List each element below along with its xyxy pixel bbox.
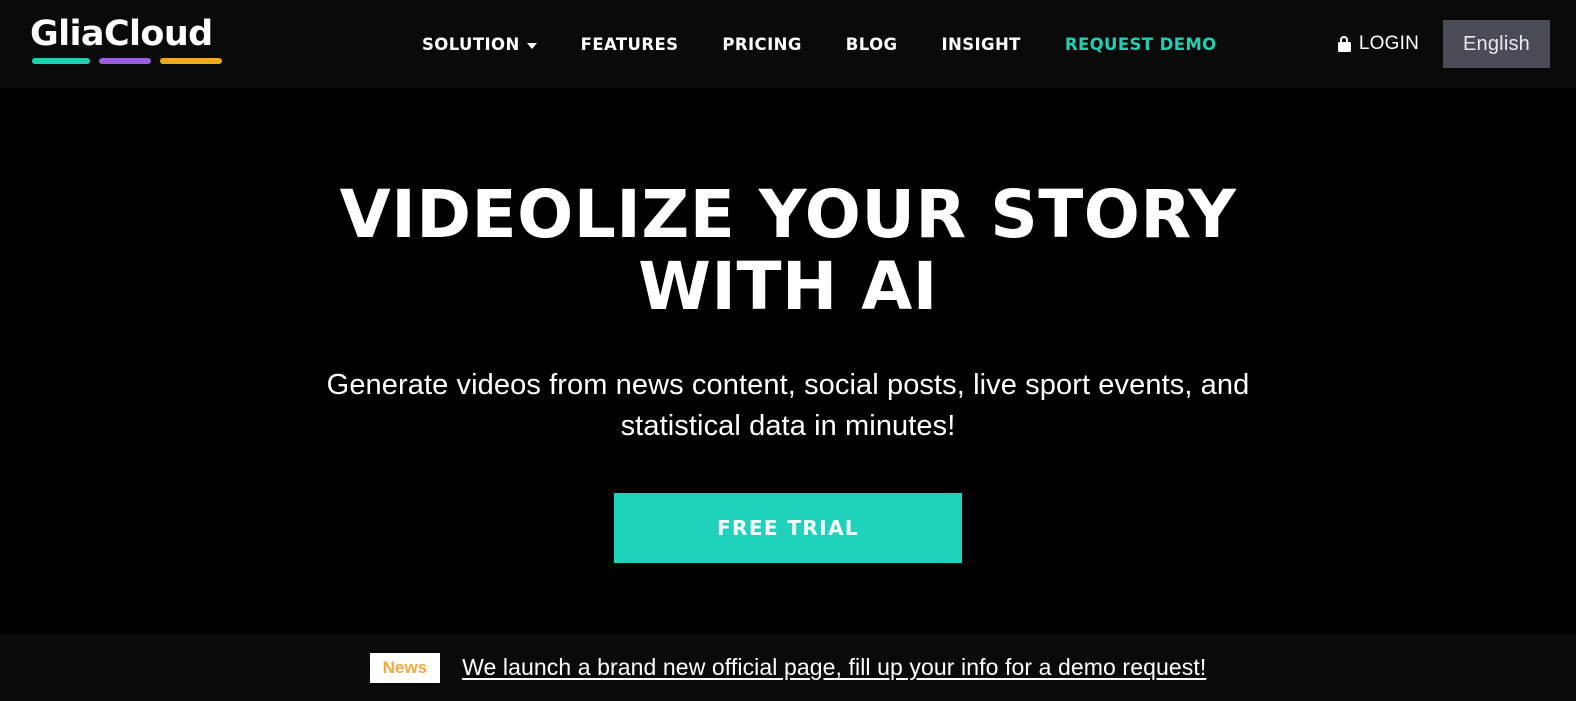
nav-item-label: REQUEST DEMO bbox=[1064, 34, 1217, 54]
chevron-down-icon bbox=[526, 42, 537, 49]
hero-title: VIDEOLIZE YOUR STORY WITH AI bbox=[339, 176, 1237, 325]
main-navigation: SOLUTION FEATURES PRICING BLOG INSIGHT R… bbox=[400, 0, 1239, 88]
free-trial-button[interactable]: FREE TRIAL bbox=[614, 493, 962, 563]
brand-wordmark: GliaCloud bbox=[30, 14, 213, 54]
header-right-actions: LOGIN English bbox=[1337, 0, 1576, 88]
language-selector-button[interactable]: English bbox=[1443, 20, 1550, 68]
news-announcement-link[interactable]: We launch a brand new official page, fil… bbox=[462, 654, 1206, 681]
nav-item-request-demo[interactable]: REQUEST DEMO bbox=[1043, 27, 1239, 62]
nav-item-blog[interactable]: BLOG bbox=[824, 27, 920, 62]
nav-item-label: INSIGHT bbox=[941, 34, 1021, 54]
nav-item-pricing[interactable]: PRICING bbox=[700, 27, 823, 62]
lock-icon bbox=[1337, 36, 1351, 52]
site-header: GliaCloud SOLUTION FEATURES PRICING BLOG bbox=[0, 0, 1576, 88]
nav-item-label: FEATURES bbox=[580, 34, 679, 54]
purple-bar-icon bbox=[99, 58, 151, 64]
landing-page: GliaCloud SOLUTION FEATURES PRICING BLOG bbox=[0, 0, 1576, 701]
nav-item-label: BLOG bbox=[845, 34, 898, 54]
brand-accent-bars bbox=[30, 58, 226, 64]
hero-subtitle: Generate videos from news content, socia… bbox=[326, 369, 1250, 442]
news-banner: News We launch a brand new official page… bbox=[0, 634, 1576, 701]
login-link[interactable]: LOGIN bbox=[1337, 33, 1419, 55]
teal-bar-icon bbox=[32, 58, 90, 64]
nav-item-label: SOLUTION bbox=[422, 34, 520, 54]
nav-item-solution[interactable]: SOLUTION bbox=[400, 27, 559, 62]
nav-item-insight[interactable]: INSIGHT bbox=[919, 27, 1042, 62]
hero-section: VIDEOLIZE YOUR STORY WITH AI Generate vi… bbox=[0, 88, 1576, 634]
nav-item-features[interactable]: FEATURES bbox=[559, 27, 701, 62]
brand-logo[interactable]: GliaCloud bbox=[30, 14, 226, 64]
login-label: LOGIN bbox=[1358, 33, 1419, 54]
nav-item-label: PRICING bbox=[722, 34, 802, 54]
orange-bar-icon bbox=[160, 58, 222, 64]
news-badge: News bbox=[369, 652, 441, 683]
